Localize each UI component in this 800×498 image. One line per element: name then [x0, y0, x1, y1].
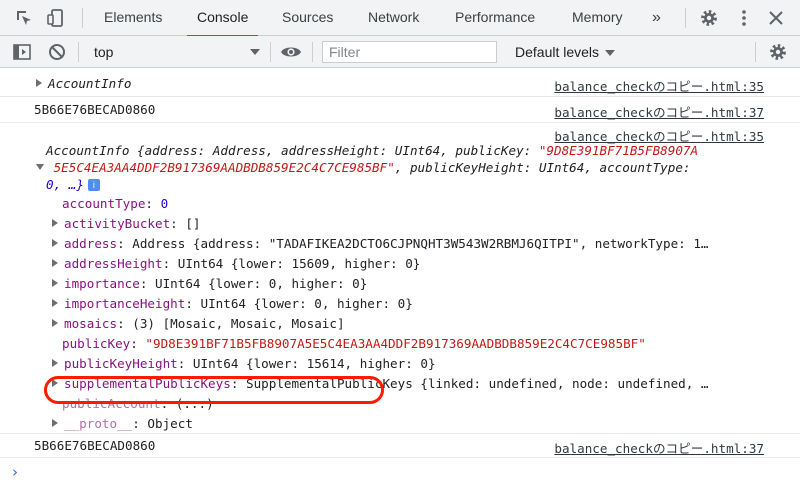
property-public-key: publicKey: "9D8E391BF71B5FB8907A5E5C4EA3… [62, 336, 646, 351]
property-key: activityBucket [64, 216, 171, 231]
expand-triangle-icon[interactable] [36, 79, 42, 87]
console-output: AccountInfo balance_checkのコピー.html:35 5B… [0, 69, 800, 498]
property-importance-height[interactable]: importanceHeight: UInt64 {lower: 0, high… [52, 296, 413, 311]
sidebar-toggle-icon[interactable] [12, 42, 32, 62]
property-proto[interactable]: __proto__: Object [52, 416, 193, 431]
object-summary-line: 0, …} i [46, 177, 100, 192]
tab-separator [685, 8, 686, 28]
log-levels-dropdown[interactable]: Default levels [515, 41, 616, 63]
source-link[interactable]: balance_checkのコピー.html:37 [554, 102, 764, 121]
property-account-type: accountType: 0 [62, 196, 169, 211]
tab-memory[interactable]: Memory [572, 0, 623, 36]
log-text: 5B66E76BECAD0860 [34, 102, 156, 117]
property-key: importanceHeight [64, 296, 186, 311]
expand-triangle-icon[interactable] [52, 219, 58, 227]
expand-triangle-icon[interactable] [52, 419, 58, 427]
property-importance[interactable]: importance: UInt64 {lower: 0, higher: 0} [52, 276, 367, 291]
object-summary-line: AccountInfo {address: Address, addressHe… [46, 143, 698, 158]
filter-input[interactable] [322, 41, 497, 63]
tab-performance[interactable]: Performance [455, 0, 535, 36]
tab-network[interactable]: Network [368, 0, 419, 36]
property-public-key-height[interactable]: publicKeyHeight: UInt64 {lower: 15614, h… [52, 356, 436, 371]
toolbar-separator [78, 42, 79, 62]
source-link[interactable]: balance_checkのコピー.html:37 [554, 438, 764, 457]
clear-console-icon[interactable] [47, 42, 67, 62]
object-summary-text: 0, …} [46, 177, 84, 192]
property-key: mosaics [64, 316, 118, 331]
console-message: 5B66E76BECAD0860 balance_checkのコピー.html:… [0, 434, 800, 458]
property-key: address [64, 236, 118, 251]
context-selector-value: top [94, 44, 114, 60]
property-key: __proto__ [64, 416, 133, 431]
expand-triangle-icon[interactable] [52, 299, 58, 307]
property-value: UInt64 {lower: 0, higher: 0} [155, 276, 368, 291]
console-settings-gear-icon[interactable] [768, 42, 788, 62]
property-value: Address {address: "TADAFIKEA2DCTO6CJPNQH… [132, 236, 709, 251]
dropdown-arrow-icon [250, 49, 260, 55]
property-value: UInt64 {lower: 15609, higher: 0} [177, 256, 421, 271]
property-activity-bucket[interactable]: activityBucket: [] [52, 216, 201, 231]
expand-triangle-icon[interactable] [52, 259, 58, 267]
property-key: publicKey [62, 336, 131, 351]
device-toggle-icon[interactable] [46, 8, 66, 28]
close-icon[interactable] [766, 8, 786, 28]
property-key: addressHeight [64, 256, 163, 271]
object-summary-line[interactable]: 5E5C4EA3AA4DDF2B917369AADBDB859E2C4C7CE9… [36, 160, 691, 175]
kebab-menu-icon[interactable] [734, 8, 754, 28]
expand-triangle-icon[interactable] [52, 279, 58, 287]
toolbar-separator [270, 42, 271, 62]
property-value: UInt64 {lower: 0, higher: 0} [200, 296, 413, 311]
eye-icon[interactable] [280, 42, 302, 62]
devtools-tab-bar: Elements Console Sources Network Perform… [0, 0, 800, 37]
console-message: AccountInfo balance_checkのコピー.html:35 [0, 69, 800, 97]
expand-triangle-icon[interactable] [52, 319, 58, 327]
property-value: 0 [160, 196, 169, 211]
object-summary-text: AccountInfo {address: Address, addressHe… [46, 143, 539, 158]
property-key: publicKeyHeight [64, 356, 178, 371]
info-icon[interactable]: i [87, 179, 100, 191]
expand-triangle-icon[interactable] [52, 239, 58, 247]
tab-separator [82, 8, 83, 28]
collapsed-object[interactable]: AccountInfo [36, 76, 131, 91]
object-summary-string: 5E5C4EA3AA4DDF2B917369AADBDB859E2C4C7CE9… [53, 160, 395, 175]
log-text: 5B66E76BECAD0860 [34, 438, 156, 453]
source-link[interactable]: balance_checkのコピー.html:35 [554, 76, 764, 95]
object-preview: AccountInfo [48, 76, 132, 91]
gear-icon[interactable] [699, 8, 719, 28]
tab-sources[interactable]: Sources [282, 0, 333, 36]
property-value: UInt64 {lower: 15614, higher: 0} [192, 356, 436, 371]
expand-triangle-icon[interactable] [52, 359, 58, 367]
property-value: "9D8E391BF71B5FB8907A5E5C4EA3AA4DDF2B917… [145, 336, 646, 351]
property-value: (3) [Mosaic, Mosaic, Mosaic] [132, 316, 345, 331]
object-summary-string: "9D8E391BF71B5FB8907A [538, 143, 699, 158]
log-levels-label: Default levels [515, 44, 600, 60]
tab-elements[interactable]: Elements [104, 0, 162, 36]
toolbar-separator [755, 42, 756, 62]
object-summary-text: , publicKeyHeight: UInt64, accountType: [394, 160, 691, 175]
toolbar-separator [312, 42, 313, 62]
console-prompt-icon[interactable]: › [12, 463, 18, 481]
console-message: 5B66E76BECAD0860 balance_checkのコピー.html:… [0, 97, 800, 123]
property-address-height[interactable]: addressHeight: UInt64 {lower: 15609, hig… [52, 256, 420, 271]
dropdown-arrow-icon [605, 50, 616, 57]
tab-console[interactable]: Console [186, 0, 259, 37]
mosaics-highlight-ring [44, 376, 384, 404]
property-value: [] [185, 216, 201, 231]
property-key: accountType [62, 196, 146, 211]
property-address[interactable]: address: Address {address: "TADAFIKEA2DC… [52, 236, 709, 251]
property-key: importance [64, 276, 140, 291]
collapse-triangle-icon[interactable] [36, 164, 44, 170]
property-mosaics[interactable]: mosaics: (3) [Mosaic, Mosaic, Mosaic] [52, 316, 345, 331]
inspect-element-icon[interactable] [14, 8, 34, 28]
property-value: Object [147, 416, 193, 431]
context-selector[interactable]: top [88, 41, 264, 63]
console-toolbar: top Default levels [0, 36, 800, 68]
more-tabs-button[interactable]: » [652, 0, 661, 36]
